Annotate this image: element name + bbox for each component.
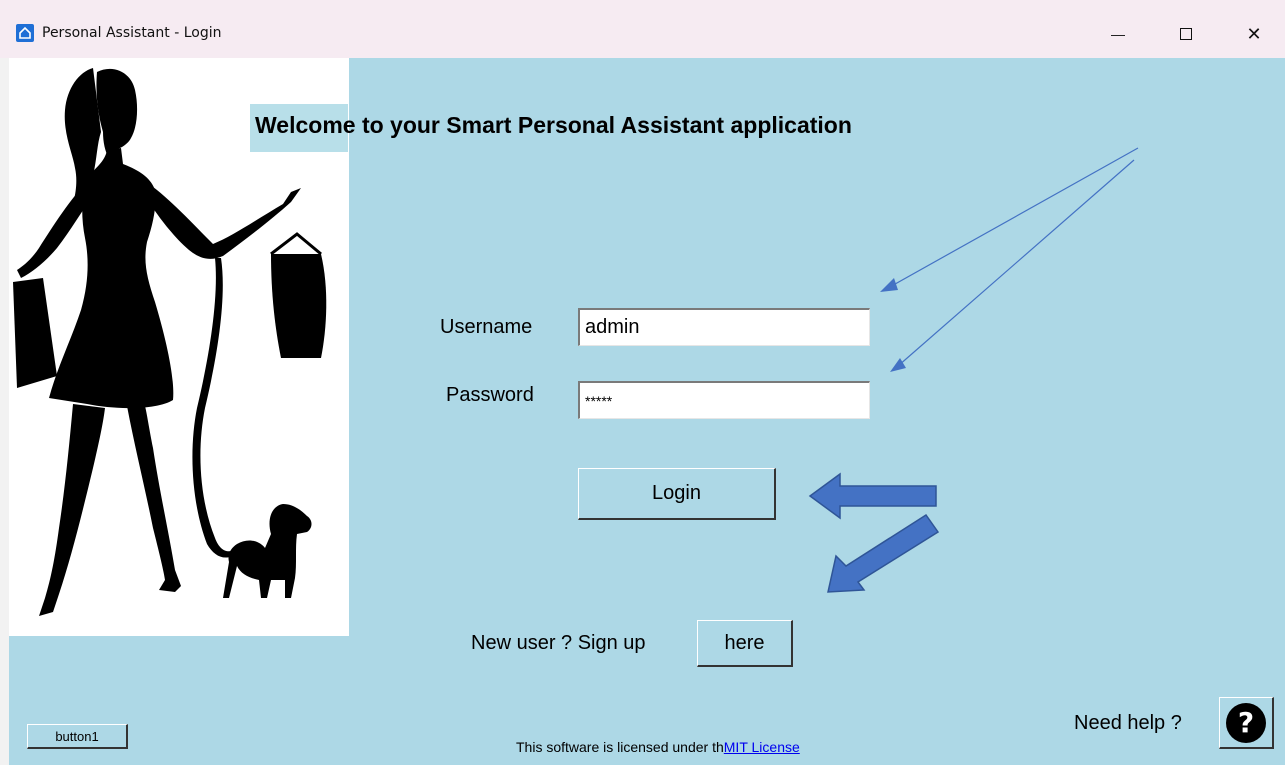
pointer-arrow-to-password <box>890 159 1135 372</box>
window-left-edge <box>0 58 9 765</box>
license-notice: This software is licensed under thMIT Li… <box>516 739 800 755</box>
maximize-button[interactable] <box>1158 14 1214 54</box>
close-button[interactable]: ✕ <box>1226 14 1282 54</box>
username-label: Username <box>440 316 533 338</box>
minimize-icon: — <box>1111 26 1125 42</box>
close-icon: ✕ <box>1246 23 1262 44</box>
license-text: This software is licensed under th <box>516 739 724 755</box>
block-arrow-to-login <box>808 472 937 520</box>
question-circle-icon: ? <box>1226 702 1266 743</box>
window-title: Personal Assistant - Login <box>42 25 222 41</box>
maximize-icon <box>1180 28 1192 40</box>
username-input[interactable] <box>578 308 870 346</box>
login-button[interactable]: Login <box>578 468 776 520</box>
pointer-arrow-to-username <box>880 147 1139 292</box>
mit-license-link[interactable]: MIT License <box>724 739 800 755</box>
welcome-heading: Welcome to your Smart Personal Assistant… <box>255 112 852 138</box>
button1[interactable]: button1 <box>27 724 128 749</box>
password-input[interactable] <box>578 381 870 419</box>
minimize-button[interactable]: — <box>1090 14 1146 54</box>
home-icon <box>16 24 34 42</box>
signup-prompt: New user ? Sign up <box>471 632 646 654</box>
block-arrow-to-signup <box>827 513 940 593</box>
signup-here-button[interactable]: here <box>697 620 793 667</box>
title-bar[interactable]: Personal Assistant - Login — ✕ <box>0 0 1285 58</box>
help-button[interactable]: ? <box>1219 697 1274 749</box>
password-label: Password <box>446 384 534 406</box>
need-help-label: Need help ? <box>1074 712 1182 734</box>
login-window: Personal Assistant - Login — ✕ Welcome t… <box>0 0 1285 765</box>
